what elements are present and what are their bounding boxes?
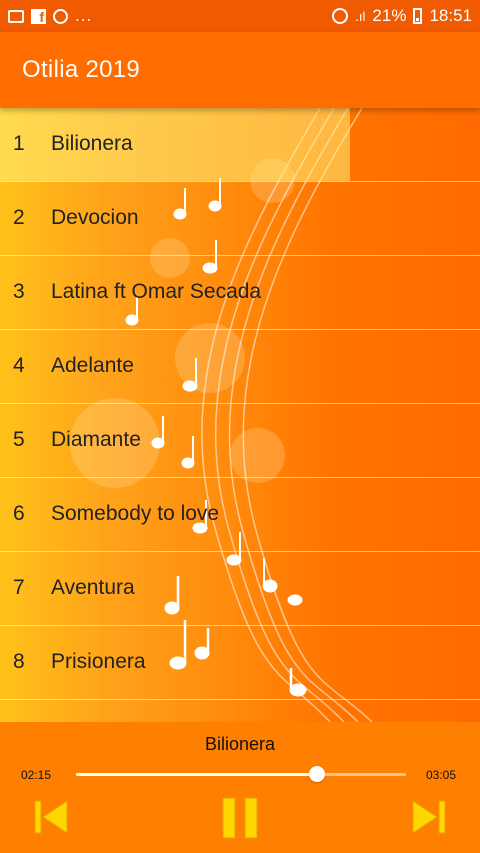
song-row-8[interactable]: 8 Prisionera	[0, 626, 480, 700]
song-list[interactable]: 1 Bilionera 2 Devocion 3 Latina ft Omar …	[0, 108, 480, 722]
song-title: Somebody to love	[51, 502, 220, 525]
song-row-7[interactable]: 7 Aventura	[0, 552, 480, 626]
song-title: Aventura	[51, 576, 135, 599]
song-number: 8	[13, 650, 25, 673]
song-title: Adelante	[51, 354, 134, 377]
song-title: Latina ft Omar Secada	[51, 280, 262, 303]
seek-bar-progress	[76, 773, 317, 776]
song-title: Bilionera	[51, 132, 133, 155]
player-panel: Bilionera 02:15 03:05	[0, 722, 480, 853]
status-bar-left: f ...	[8, 6, 92, 26]
song-row-3[interactable]: 3 Latina ft Omar Secada	[0, 256, 480, 330]
song-number: 3	[13, 280, 25, 303]
song-row-2[interactable]: 2 Devocion	[0, 182, 480, 256]
status-bar: f ... .ıl 21% 18:51	[0, 0, 480, 32]
song-row-4[interactable]: 4 Adelante	[0, 330, 480, 404]
song-title: Diamante	[51, 428, 141, 451]
song-number: 7	[13, 576, 25, 599]
now-playing-title: Bilionera	[204, 734, 276, 754]
browser-notification-icon	[53, 8, 68, 24]
seek-bar-thumb[interactable]	[308, 766, 325, 782]
signal-icon: .ıl	[355, 8, 366, 24]
song-row-5[interactable]: 5 Diamante	[0, 404, 480, 478]
battery-percent: 21%	[372, 6, 407, 25]
total-time: 03:05	[426, 768, 457, 782]
skip-previous-icon[interactable]	[33, 798, 69, 836]
song-number: 6	[13, 502, 25, 525]
battery-icon	[413, 8, 423, 24]
song-number: 4	[13, 354, 25, 377]
facebook-notification-icon: f	[31, 8, 46, 25]
song-row-6[interactable]: 6 Somebody to love	[0, 478, 480, 552]
song-number: 5	[13, 428, 25, 451]
song-row-1[interactable]: 1 Bilionera	[0, 108, 480, 182]
skip-next-icon[interactable]	[411, 798, 447, 836]
seek-bar[interactable]	[76, 766, 406, 782]
song-title: Prisionera	[51, 650, 146, 673]
status-bar-right: .ıl 21% 18:51	[332, 6, 472, 26]
pause-icon[interactable]	[220, 795, 260, 841]
song-title: Devocion	[51, 206, 139, 229]
song-number: 2	[13, 206, 25, 229]
clock: 18:51	[429, 6, 472, 25]
song-number: 1	[13, 132, 25, 155]
more-notifications-indicator: ...	[75, 6, 93, 25]
alarm-icon	[332, 8, 349, 24]
current-time: 02:15	[21, 768, 52, 782]
gallery-notification-icon	[8, 9, 24, 23]
app-bar: Otilia 2019	[0, 32, 480, 108]
app-title: Otilia 2019	[22, 56, 141, 83]
